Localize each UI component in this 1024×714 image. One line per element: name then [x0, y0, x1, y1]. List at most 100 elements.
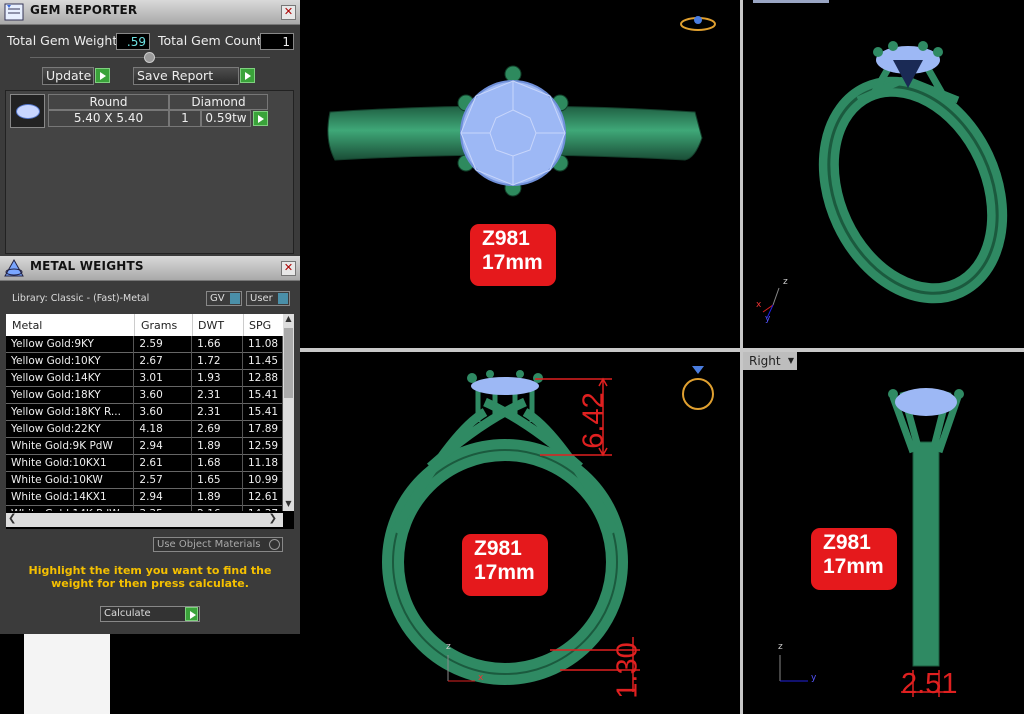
table-row[interactable]: White Gold:14K PdW3.352.1614.37	[6, 505, 283, 511]
table-row[interactable]: White Gold:10KW 2.57 1.65 10.99	[6, 471, 283, 489]
badge-size: 17mm	[474, 561, 535, 584]
table-row[interactable]: Yellow Gold:22KY 4.18 2.69 17.89	[6, 420, 283, 438]
gem-reporter-titlebar[interactable]: GEM REPORTER ✕	[0, 0, 300, 25]
axis-y-label: y	[765, 314, 771, 324]
use-object-materials-label: Use Object Materials	[157, 539, 261, 550]
spg-cell: 10.99	[242, 471, 283, 489]
column-header-metal[interactable]: Metal	[12, 319, 42, 332]
horizontal-scrollbar[interactable]: ❮ ❯	[6, 513, 283, 527]
scroll-right-icon[interactable]: ❯	[269, 513, 277, 524]
metal-cell: White Gold:14K PdW	[6, 505, 135, 511]
table-row[interactable]: White Gold:9K PdW 2.94 1.89 12.59	[6, 437, 283, 455]
gem-shape-cell: Round	[48, 94, 169, 110]
dwt-cell: 2.69	[191, 420, 243, 438]
metal-table-header: Metal Grams DWT SPG	[6, 314, 283, 336]
grams-cell: 3.60	[133, 403, 193, 421]
metal-cell: White Gold:10KX1	[6, 454, 135, 472]
table-row[interactable]: Yellow Gold:10KY 2.67 1.72 11.45	[6, 352, 283, 370]
vertical-scrollbar[interactable]: ▲ ▼	[283, 314, 294, 511]
table-row[interactable]: Yellow Gold:14KY 3.01 1.93 12.88	[6, 369, 283, 387]
scroll-down-icon[interactable]: ▼	[283, 499, 294, 511]
grams-cell: 4.18	[133, 420, 193, 438]
badge-size: 17mm	[482, 251, 543, 274]
spg-cell: 11.45	[242, 352, 283, 370]
scroll-thumb[interactable]	[284, 328, 293, 398]
table-row[interactable]: Yellow Gold:9KY 2.59 1.66 11.08	[6, 336, 283, 353]
view-cube-top-icon[interactable]	[680, 16, 716, 31]
metal-cell: Yellow Gold:18KY R...	[6, 403, 135, 421]
save-report-go-icon[interactable]	[240, 68, 255, 83]
dwt-cell: 2.16	[191, 505, 243, 511]
axis-gizmo-right	[779, 655, 808, 682]
dwt-cell: 1.89	[191, 437, 243, 455]
update-button[interactable]: Update	[42, 67, 94, 85]
view-selector-label: Right	[749, 354, 781, 368]
view-cube-front-icon[interactable]	[682, 366, 714, 410]
close-icon[interactable]: ✕	[281, 5, 296, 20]
grams-cell: 3.01	[133, 369, 193, 387]
metal-cell: Yellow Gold:18KY	[6, 386, 135, 404]
grams-cell: 3.60	[133, 386, 193, 404]
total-gem-weight-field: .59	[116, 33, 150, 50]
gem-row[interactable]: Round Diamond 5.40 X 5.40 1 0.59tw	[6, 91, 293, 131]
badge-code: Z981	[823, 531, 871, 554]
grams-cell: 2.61	[133, 454, 193, 472]
badge-code: Z981	[474, 537, 522, 560]
table-row[interactable]: Yellow Gold:18KY R... 3.60 2.31 15.41	[6, 403, 283, 421]
user-label: User	[250, 293, 273, 304]
empty-dock-area	[0, 634, 24, 714]
front-viewport[interactable]: 6.42 1.30 Z981 17mm z x	[300, 352, 740, 714]
metal-weights-titlebar[interactable]: METAL WEIGHTS ✕	[0, 256, 300, 281]
metal-table-body: Yellow Gold:9KY 2.59 1.66 11.08 Yellow Gold:…	[6, 336, 283, 511]
gem-count-cell: 1	[169, 110, 201, 127]
update-go-icon[interactable]	[95, 68, 110, 83]
ring-front-view	[382, 366, 714, 692]
calculate-hint: Highlight the item you want to find the …	[28, 564, 272, 590]
total-gem-count-field: 1	[260, 33, 294, 50]
dwt-cell: 1.89	[191, 488, 243, 506]
user-toggle[interactable]: User	[246, 291, 290, 306]
column-header-dwt[interactable]: DWT	[198, 319, 224, 332]
table-row[interactable]: White Gold:10KX1 2.61 1.68 11.18	[6, 454, 283, 472]
spg-cell: 12.61	[242, 488, 283, 506]
scroll-left-icon[interactable]: ❮	[8, 513, 16, 524]
save-report-button[interactable]: Save Report	[133, 67, 239, 85]
metal-cell: White Gold:9K PdW	[6, 437, 135, 455]
metal-weights-icon	[4, 258, 24, 277]
column-header-spg[interactable]: SPG	[249, 319, 271, 332]
spg-cell: 15.41	[242, 386, 283, 404]
use-object-materials-button[interactable]: Use Object Materials	[153, 537, 283, 552]
scroll-up-icon[interactable]: ▲	[283, 314, 294, 326]
gem-row-go-icon[interactable]	[253, 111, 268, 126]
calculate-button[interactable]: Calculate	[100, 606, 200, 622]
model-badge-right: Z981 17mm	[811, 528, 897, 590]
table-row[interactable]: Yellow Gold:18KY 3.60 2.31 15.41	[6, 386, 283, 404]
calculate-go-icon	[185, 607, 198, 621]
spg-cell: 14.37	[242, 505, 283, 511]
model-badge-front: Z981 17mm	[462, 534, 548, 596]
gv-toggle-icon	[230, 293, 240, 304]
gv-label: GV	[210, 293, 225, 304]
empty-dock-area	[24, 634, 110, 714]
grams-cell: 2.57	[133, 471, 193, 489]
metal-weights-panel: METAL WEIGHTS ✕ Library: Classic - (Fast…	[0, 256, 300, 634]
gv-toggle[interactable]: GV	[206, 291, 242, 306]
top-viewport[interactable]: Z981 17mm	[300, 0, 740, 348]
ring-top-view	[327, 16, 716, 197]
view-selector[interactable]: Right ▼	[743, 352, 797, 370]
right-viewport[interactable]: Right ▼ 2.51 Z981 17mm z y	[743, 352, 1024, 714]
close-icon[interactable]: ✕	[281, 261, 296, 276]
dwt-cell: 1.72	[191, 352, 243, 370]
dimension-width-label: 2.51	[901, 668, 958, 700]
column-header-grams[interactable]: Grams	[141, 319, 177, 332]
option-circle-icon	[269, 539, 280, 550]
splitter-handle[interactable]	[30, 52, 270, 63]
spg-cell: 11.08	[242, 336, 283, 353]
gem-type-cell: Diamond	[169, 94, 268, 110]
perspective-viewport[interactable]: z x y	[743, 0, 1024, 348]
grams-cell: 2.59	[133, 336, 193, 353]
table-row[interactable]: White Gold:14KX1 2.94 1.89 12.61	[6, 488, 283, 506]
dimension-height-label: 6.42	[577, 392, 610, 449]
total-gem-weight-label: Total Gem Weight	[7, 33, 118, 48]
metal-cell: Yellow Gold:9KY	[6, 336, 135, 353]
